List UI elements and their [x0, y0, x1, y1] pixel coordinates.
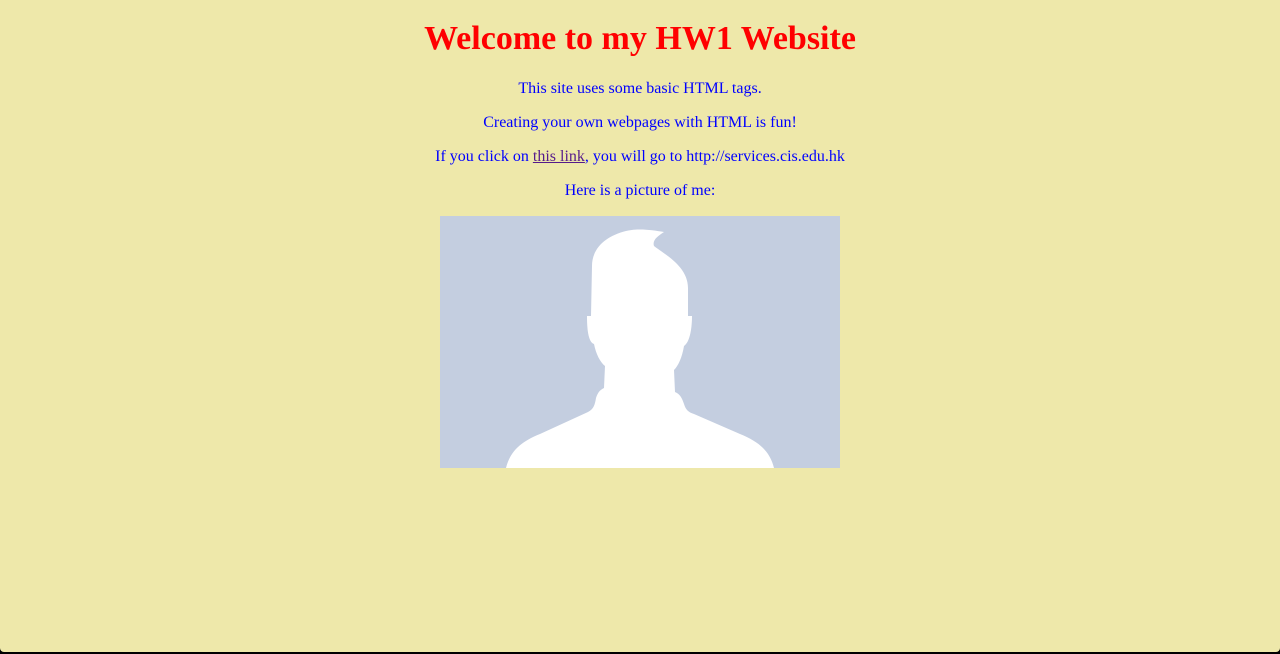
services-link[interactable]: this link: [533, 148, 585, 165]
intro-text: This site uses some basic HTML tags.: [518, 80, 762, 97]
page-body: Welcome to my HW1 Website This site uses…: [0, 0, 1280, 652]
fun-text: Creating your own webpages with HTML is …: [483, 114, 797, 131]
page-title: Welcome to my HW1 Website: [424, 20, 856, 57]
link-sentence: If you click on this link, you will go t…: [0, 147, 1280, 167]
picture-caption: Here is a picture of me:: [564, 182, 716, 199]
profile-picture: [440, 216, 840, 468]
default-profile-silhouette-icon: [506, 229, 774, 468]
link-sentence-prefix: If you click on: [435, 148, 533, 165]
link-sentence-suffix: , you will go to http://services.cis.edu…: [584, 148, 845, 165]
